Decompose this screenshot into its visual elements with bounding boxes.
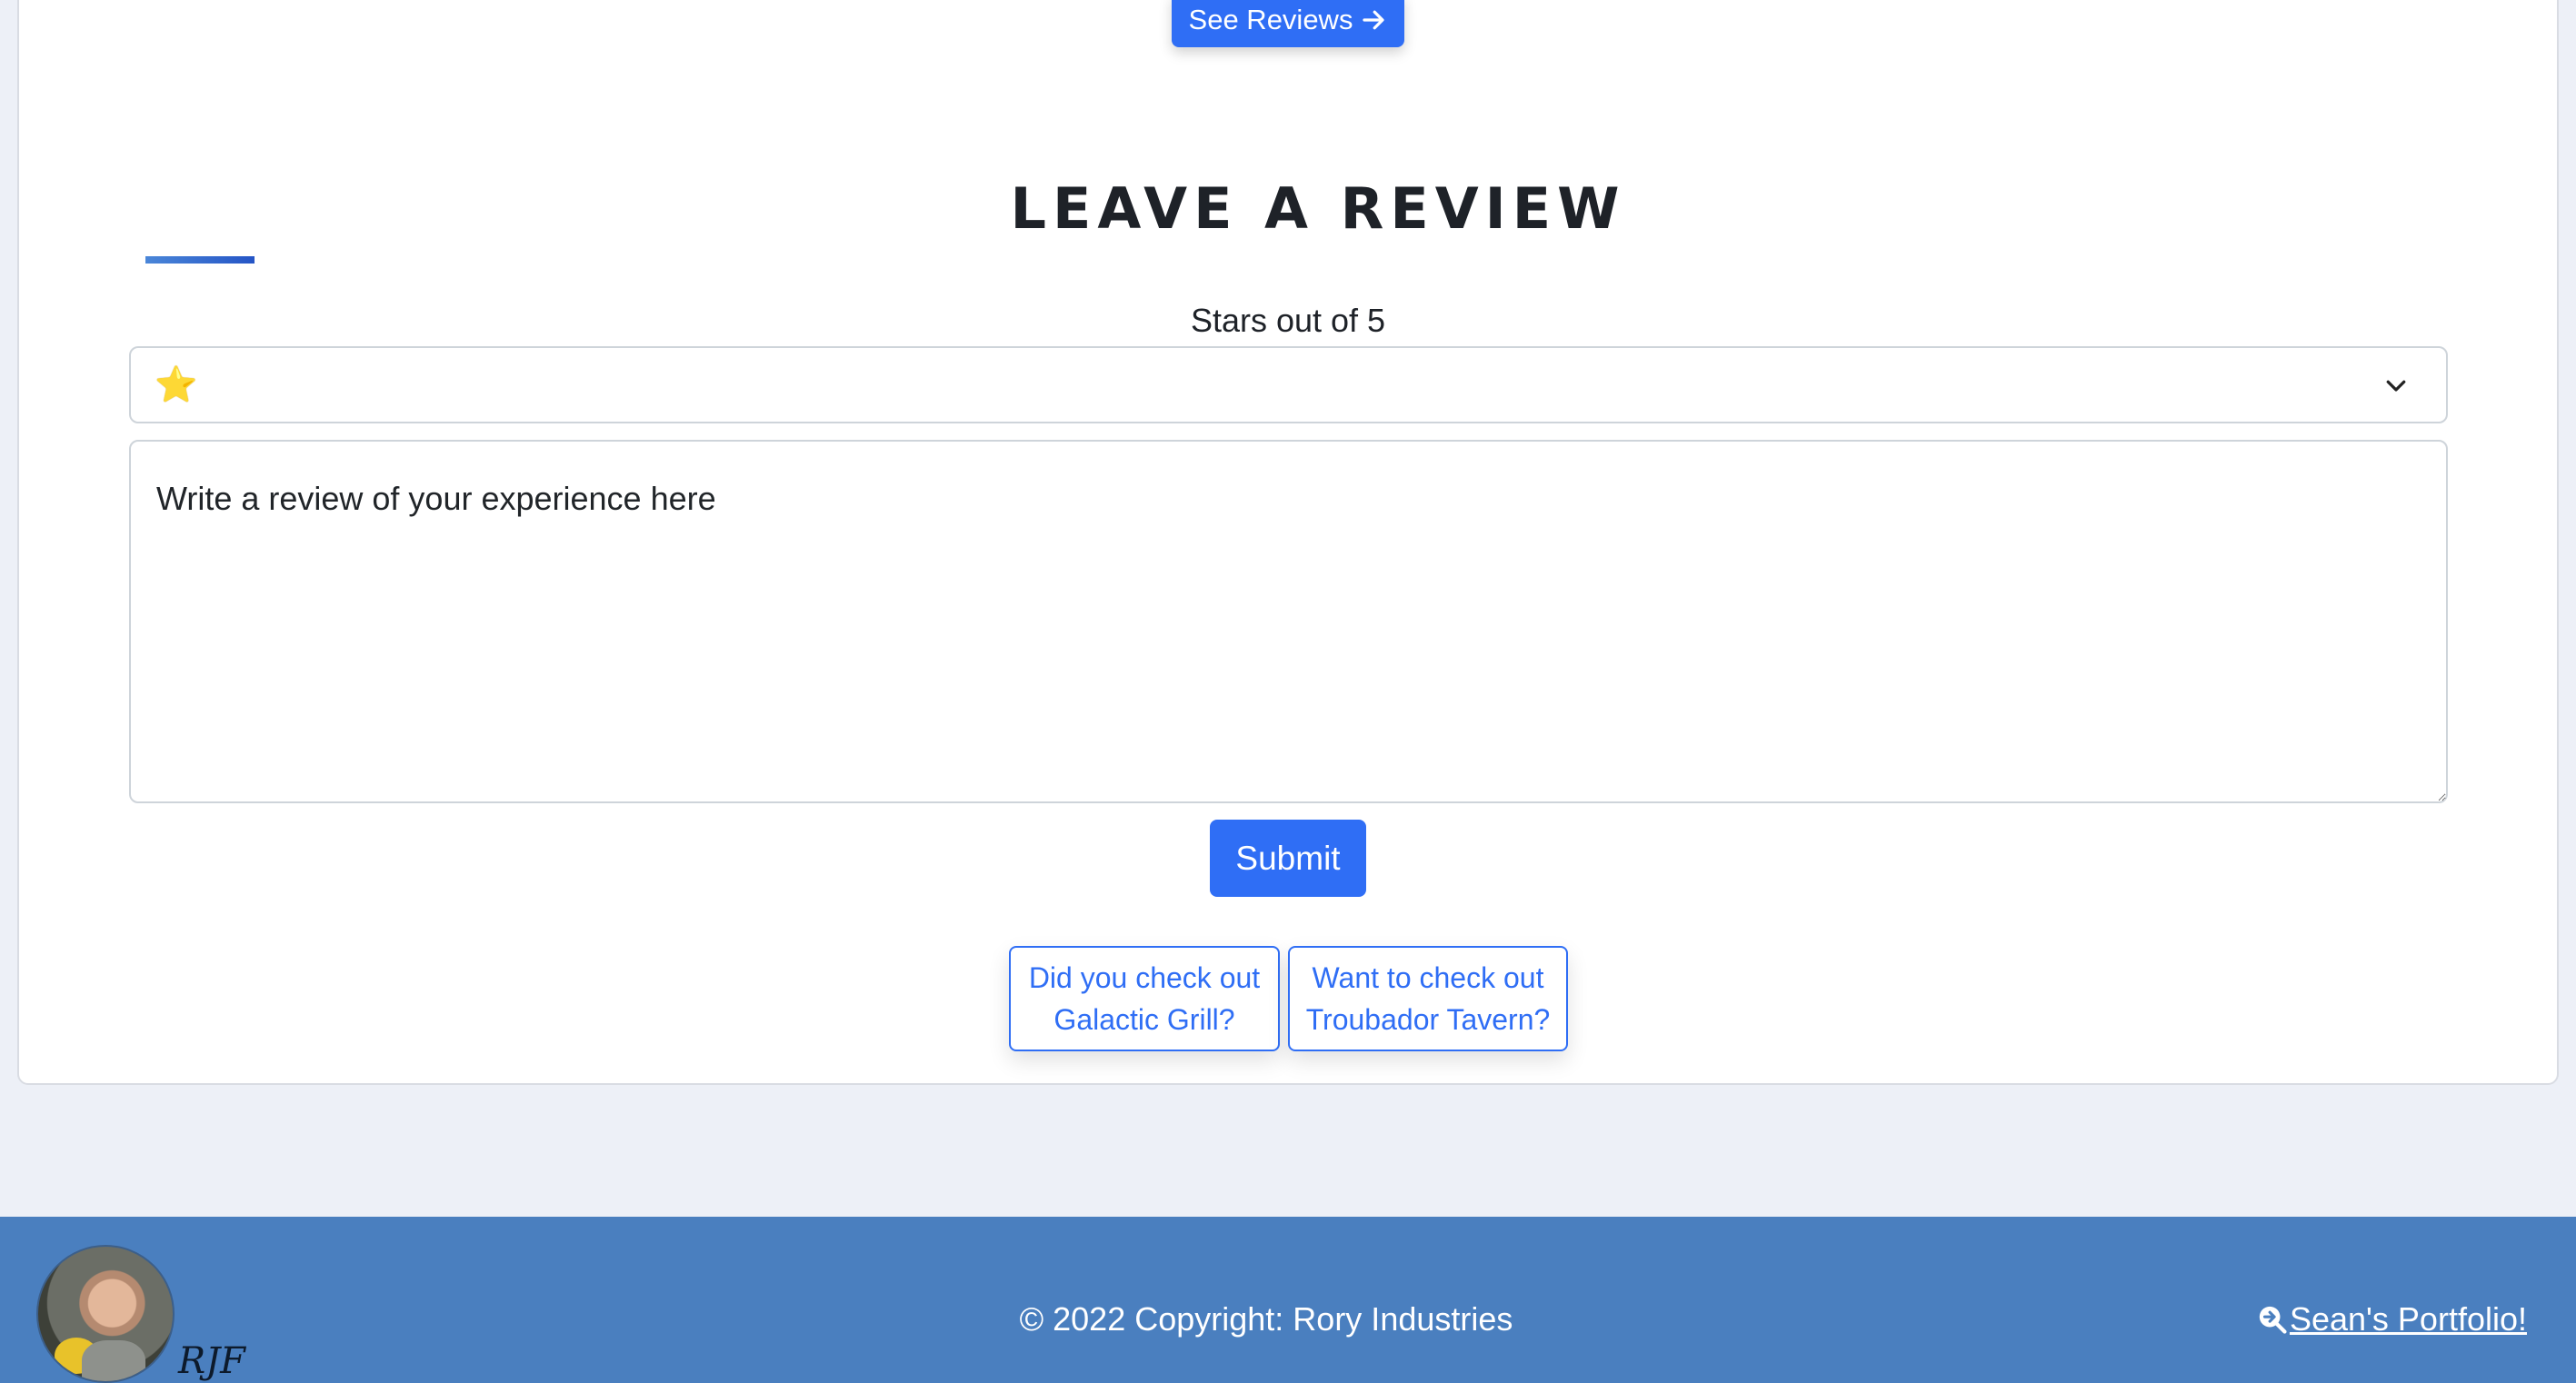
- submit-button[interactable]: Submit: [1210, 820, 1366, 897]
- chevron-down-icon: [2386, 380, 2406, 392]
- star-rating-value: ⭐: [155, 365, 198, 404]
- star-rating-select[interactable]: ⭐: [129, 346, 2448, 423]
- footer: RJF © 2022 Copyright: Rory Industries Se…: [0, 1217, 2576, 1383]
- footer-logo-text: RJF: [178, 1340, 245, 1382]
- suggestion-line2: Galactic Grill?: [1053, 1003, 1235, 1036]
- page-title: LEAVE A REVIEW: [1010, 175, 1626, 242]
- arrow-right-icon: [1363, 10, 1385, 30]
- see-reviews-button[interactable]: See Reviews: [1172, 0, 1404, 47]
- suggestion-galactic-grill-button[interactable]: Did you check out Galactic Grill?: [1009, 946, 1280, 1051]
- suggestion-line1: Did you check out: [1028, 961, 1261, 994]
- see-reviews-label: See Reviews: [1188, 4, 1353, 35]
- portfolio-link[interactable]: Sean's Portfolio!: [2257, 1300, 2527, 1338]
- suggestion-troubador-tavern-button[interactable]: Want to check out Troubador Tavern?: [1288, 946, 1568, 1051]
- search-circle-arrow-icon: [2259, 1306, 2287, 1334]
- copyright-text: © 2022 Copyright: Rory Industries: [1019, 1300, 1513, 1338]
- suggestion-line1: Want to check out: [1312, 961, 1544, 994]
- portfolio-link-label: Sean's Portfolio!: [2289, 1300, 2527, 1338]
- stars-label: Stars out of 5: [1190, 302, 1386, 339]
- review-textarea[interactable]: [129, 440, 2448, 803]
- avatar-shirt-shape: [82, 1340, 145, 1381]
- heading-underline-accent: [145, 256, 255, 264]
- suggestion-line2: Troubador Tavern?: [1305, 1003, 1551, 1036]
